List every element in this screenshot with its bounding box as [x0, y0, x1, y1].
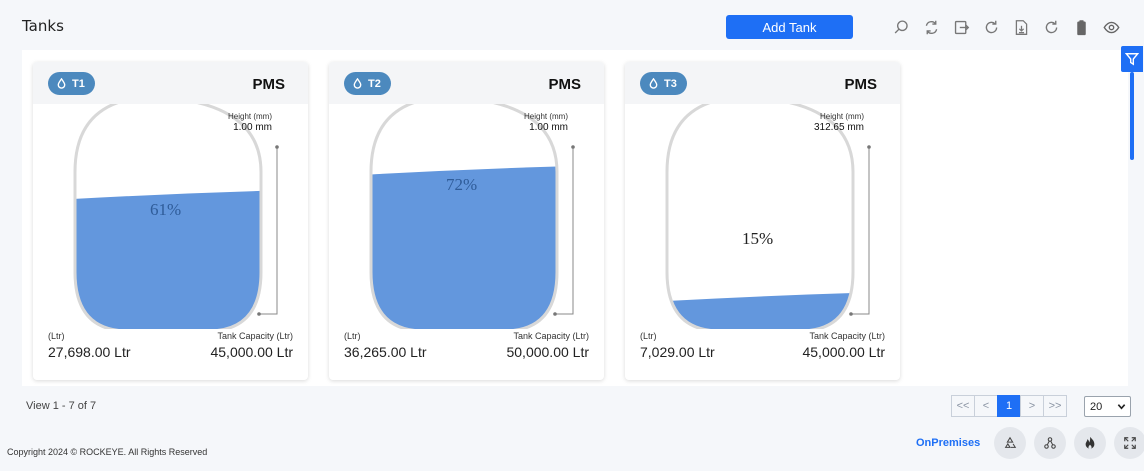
product-name: PMS [844, 76, 877, 93]
tank-badge: T2 [344, 72, 391, 95]
card-header: T3 PMS [625, 62, 900, 104]
scale-dot [867, 145, 871, 149]
scale-dot [553, 312, 557, 316]
product-name: PMS [548, 76, 581, 93]
top-bar: Tanks Add Tank [0, 0, 1144, 48]
height-label: Height (mm) [819, 112, 864, 121]
tank-badge: T1 [48, 72, 95, 95]
scrollbar[interactable] [1130, 72, 1134, 160]
page-size-select[interactable]: 20 [1084, 396, 1131, 417]
drop-icon [57, 78, 66, 89]
volume-label: (Ltr) [640, 331, 657, 341]
eye-icon[interactable] [1096, 14, 1126, 40]
first-page-button[interactable]: << [951, 395, 975, 417]
current-page-button[interactable]: 1 [997, 395, 1021, 417]
capacity-label: Tank Capacity (Ltr) [217, 331, 293, 341]
volume-value: 7,029.00 Ltr [640, 344, 715, 360]
page-title: Tanks [22, 17, 64, 35]
search-icon[interactable] [886, 14, 916, 40]
tank-id: T1 [72, 77, 85, 90]
capacity-value: 50,000.00 Ltr [506, 344, 589, 360]
footer-actions [994, 427, 1144, 459]
deployment-mode[interactable]: OnPremises [916, 437, 980, 449]
clipboard-icon[interactable] [1066, 14, 1096, 40]
volume-value: 27,698.00 Ltr [48, 344, 131, 360]
tank-badge: T3 [640, 72, 687, 95]
scale-dot [571, 145, 575, 149]
tank-gauge [369, 104, 575, 329]
page-size-value: 20 [1090, 400, 1103, 413]
tank-gauge [665, 104, 871, 329]
height-label: Height (mm) [227, 112, 272, 121]
download-icon[interactable] [1006, 14, 1036, 40]
volume-label: (Ltr) [48, 331, 65, 341]
last-page-button[interactable]: >> [1043, 395, 1067, 417]
scale-dot [257, 312, 261, 316]
next-page-button[interactable]: > [1020, 395, 1044, 417]
height-value: 1.00 mm [529, 122, 568, 133]
volume-label: (Ltr) [344, 331, 361, 341]
view-info: View 1 - 7 of 7 [26, 400, 97, 412]
capacity-value: 45,000.00 Ltr [802, 344, 885, 360]
product-name: PMS [252, 76, 285, 93]
tank-id: T2 [368, 77, 381, 90]
reload-icon[interactable] [1036, 14, 1066, 40]
copyright: Copyright 2024 © ROCKEYE. All Rights Res… [7, 447, 208, 457]
tank-id: T3 [664, 77, 677, 90]
fill-percent: 15% [742, 229, 774, 248]
drop-icon [649, 78, 658, 89]
add-tank-button[interactable]: Add Tank [726, 15, 853, 39]
tank-card[interactable]: T1 PMS Height (mm) 1.00 mm 61% (Ltr) 27,… [33, 62, 308, 380]
tank-card[interactable]: T2 PMS Height (mm) 1.00 mm 72% (Ltr) 36,… [329, 62, 604, 380]
filter-icon[interactable] [1121, 46, 1143, 72]
toolbar [886, 14, 1126, 40]
tank-card[interactable]: T3 PMS Height (mm) 312.65 mm 15% (Ltr) 7… [625, 62, 900, 380]
prev-page-button[interactable]: < [974, 395, 998, 417]
capacity-value: 45,000.00 Ltr [210, 344, 293, 360]
capacity-label: Tank Capacity (Ltr) [513, 331, 589, 341]
scale-dot [849, 312, 853, 316]
card-header: T2 PMS [329, 62, 604, 104]
pagination: << < 1 > >> [951, 395, 1067, 417]
fullscreen-icon[interactable] [1114, 427, 1144, 459]
fill-percent: 72% [446, 175, 478, 195]
volume-value: 36,265.00 Ltr [344, 344, 427, 360]
fire-icon[interactable] [1074, 427, 1106, 459]
card-header: T1 PMS [33, 62, 308, 104]
scale-dot [275, 145, 279, 149]
recycle-icon[interactable] [994, 427, 1026, 459]
height-value: 1.00 mm [233, 122, 272, 133]
refresh-icon[interactable] [976, 14, 1006, 40]
chevron-down-icon [1117, 404, 1126, 410]
sync-icon[interactable] [916, 14, 946, 40]
capacity-label: Tank Capacity (Ltr) [809, 331, 885, 341]
drop-icon [353, 78, 362, 89]
height-value: 312.65 mm [813, 122, 864, 133]
export-icon[interactable] [946, 14, 976, 40]
network-icon[interactable] [1034, 427, 1066, 459]
fill-percent: 61% [150, 199, 182, 219]
height-label: Height (mm) [523, 112, 568, 121]
